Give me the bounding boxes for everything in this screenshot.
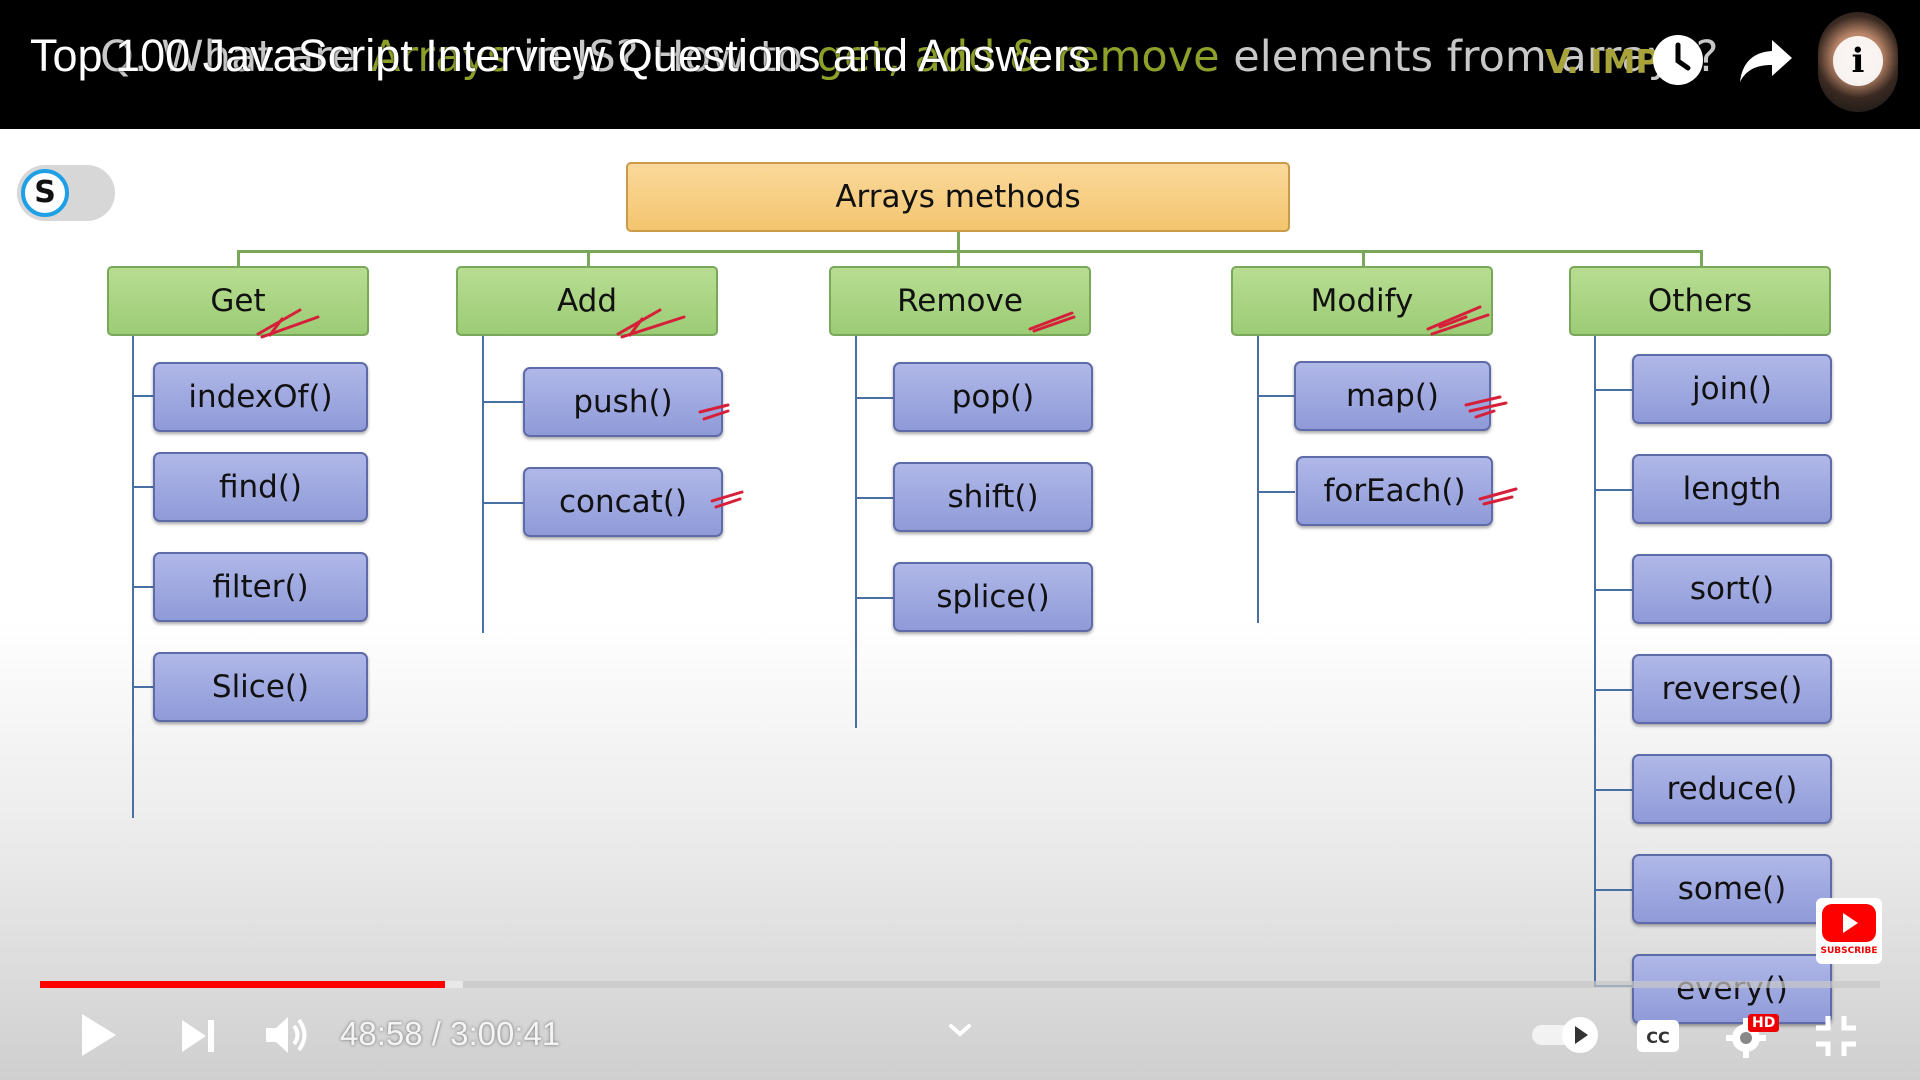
tick-mark [1478,487,1518,506]
captions-button[interactable]: CC [1636,1018,1680,1054]
tick-mark [256,308,320,339]
settings-button[interactable]: HD [1722,1012,1780,1060]
exit-fullscreen-icon [1816,1016,1856,1056]
time-current: 48:58 [340,1015,423,1052]
extension-toggle-knob: S [21,169,69,217]
subscribe-icon [1822,904,1876,942]
exit-fullscreen-button[interactable] [1814,1014,1858,1058]
progress-bar[interactable] [40,981,1880,988]
video-title[interactable]: Top 100 JavaScript Interview Questions a… [30,30,1091,82]
extension-toggle[interactable]: S [17,165,115,221]
tick-mark [710,490,744,509]
time-total: 3:00:41 [450,1015,561,1052]
chapters-button[interactable] [948,1020,972,1040]
time-separator: / [422,1015,451,1052]
svg-text:CC: CC [1646,1028,1669,1047]
subscribe-label: SUBSCRIBE [1820,946,1878,956]
chevron-down-icon [949,1024,971,1037]
subscribe-button[interactable]: SUBSCRIBE [1816,898,1882,964]
volume-icon [266,1017,307,1053]
captions-icon: CC [1637,1020,1679,1052]
play-button[interactable] [76,1010,122,1060]
tick-mark [698,403,730,421]
progress-played [40,981,445,988]
volume-button[interactable] [262,1012,312,1058]
play-icon [82,1014,116,1056]
next-icon [182,1020,214,1052]
info-icon[interactable]: i [1833,36,1883,86]
autoplay-toggle[interactable] [1530,1015,1602,1055]
top-bar: Q. What are Arrays in JS? How to get, ad… [0,0,1920,129]
share-icon[interactable] [1736,30,1796,90]
next-button[interactable] [178,1016,218,1056]
time-display: 48:58 / 3:00:41 [340,1015,560,1053]
autoplay-toggle-icon [1532,1017,1598,1053]
pen-annotations [256,305,1518,509]
tick-mark [616,308,686,339]
video-player[interactable]: Arrays methods Get indexOf() find() filt… [0,0,1920,1080]
slide-diagram: Arrays methods Get indexOf() find() filt… [0,129,1920,1029]
tick-mark [1464,395,1508,419]
tick-mark [1426,305,1490,336]
tick-mark [1028,311,1076,333]
hd-badge: HD [1748,1014,1780,1032]
watch-later-icon[interactable] [1648,30,1708,90]
